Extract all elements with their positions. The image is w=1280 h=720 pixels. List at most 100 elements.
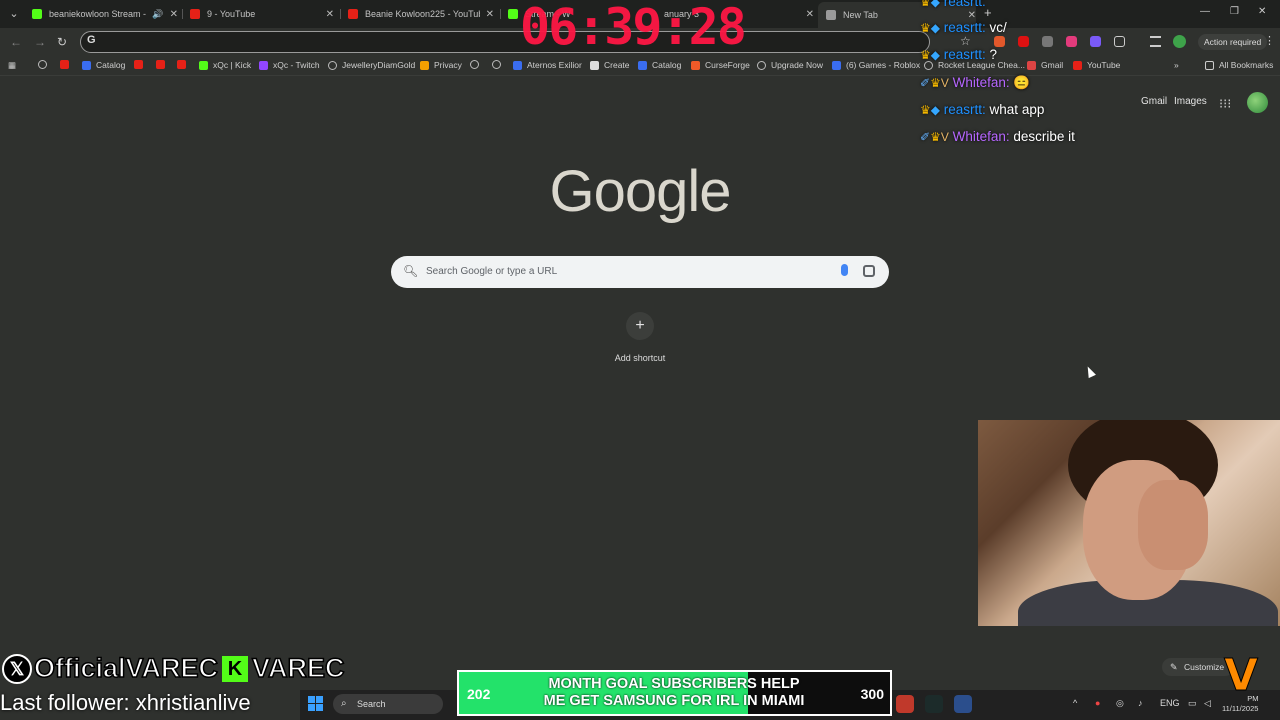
webcam-feed (978, 420, 1280, 626)
kick-icon (508, 9, 518, 19)
tab-divider (182, 9, 183, 19)
bookmark-jewellery[interactable]: JewelleryDiamGold (328, 60, 415, 70)
chat-message: ♛◆ reasrtt: what app (920, 102, 1045, 117)
language-indicator[interactable]: ENG (1160, 698, 1180, 708)
bookmark-item[interactable] (134, 60, 148, 69)
bookmark-upgrade[interactable]: Upgrade Now (757, 60, 823, 70)
close-tab-icon[interactable]: ✕ (968, 10, 976, 21)
extension-icon[interactable] (994, 36, 1005, 47)
bookmark-item[interactable] (38, 60, 52, 69)
extension-icon[interactable] (1090, 36, 1101, 47)
menu-icon[interactable]: ⋮ (1264, 34, 1275, 47)
bookmark-item[interactable] (470, 60, 484, 69)
apps-grid-icon[interactable]: ▦ (8, 60, 16, 71)
goal-max: 300 (860, 686, 884, 702)
close-tab-icon[interactable]: ✕ (806, 9, 814, 20)
all-bookmarks-folder[interactable]: All Bookmarks (1205, 60, 1273, 70)
bookmark-item[interactable] (492, 60, 506, 69)
windows-start-icon[interactable] (308, 696, 324, 712)
lens-search-icon[interactable] (863, 265, 875, 277)
volume-icon[interactable]: ◁ (1204, 698, 1211, 709)
search-input[interactable]: Search Google or type a URL (426, 266, 557, 277)
crown-badge-icon: ♛ (920, 0, 931, 9)
bookmark-create[interactable]: Create (590, 60, 630, 70)
tray-app-icon[interactable]: ● (1095, 698, 1100, 708)
bookmark-roblox-games[interactable]: (6) Games - Roblox (832, 60, 920, 70)
social-handles: 𝕏 OfficialVAREC K VAREC (2, 652, 345, 684)
v-badge-icon: V (940, 130, 949, 144)
bookmark-item[interactable] (156, 60, 170, 69)
bookmark-privacy[interactable]: Privacy (420, 60, 462, 70)
varec-logo: V (1223, 650, 1259, 702)
extension-icon[interactable] (1042, 36, 1053, 47)
profile-icon[interactable] (1173, 35, 1186, 48)
images-link[interactable]: Images (1174, 96, 1207, 107)
reading-list-icon[interactable] (1150, 36, 1161, 47)
close-window-icon[interactable]: ✕ (1258, 6, 1266, 17)
sword-badge-icon: ✐ (920, 76, 931, 90)
close-tab-icon[interactable]: ✕ (326, 9, 334, 20)
bookmark-xqc-twitch[interactable]: xQc - Twitch (259, 60, 320, 70)
microphone-icon[interactable]: ♪ (1138, 698, 1143, 708)
google-apps-icon[interactable]: ⁝⁝⁝ (1219, 96, 1231, 112)
add-shortcut-button[interactable]: + (626, 312, 654, 340)
extensions-puzzle-icon[interactable] (1114, 36, 1125, 47)
bookmark-aternos[interactable]: Aternos Exilior (513, 60, 582, 70)
globe-icon (38, 60, 47, 69)
bookmark-catalog-2[interactable]: Catalog (638, 60, 681, 70)
taskbar-app-icon[interactable] (954, 695, 972, 713)
bookmark-item[interactable] (60, 60, 74, 69)
more-bookmarks-icon[interactable]: » (1174, 60, 1179, 70)
chat-message: ♛◆ reasrtt: (920, 0, 986, 9)
account-avatar[interactable] (1247, 92, 1268, 113)
taskbar-app-icon[interactable] (896, 695, 914, 713)
mouse-cursor (1084, 364, 1096, 379)
minimize-icon[interactable]: — (1200, 6, 1210, 17)
stream-timer: 06:39:28 (520, 0, 747, 56)
kick-icon (199, 60, 208, 70)
youtube-icon (134, 60, 143, 69)
voice-search-icon[interactable] (841, 264, 848, 276)
cube-badge-icon: ◆ (930, 0, 940, 9)
forward-icon[interactable]: → (34, 35, 46, 49)
taskbar-search[interactable]: ⌕ Search (333, 694, 443, 714)
chrome-icon (826, 10, 836, 20)
network-icon[interactable]: ▭ (1188, 698, 1197, 709)
bookmark-gmail[interactable]: Gmail (1027, 60, 1063, 70)
tray-chevron-icon[interactable]: ^ (1073, 698, 1077, 708)
audio-icon[interactable]: 🔊 (152, 9, 163, 20)
reload-icon[interactable]: ↻ (57, 35, 67, 49)
gmail-link[interactable]: Gmail (1141, 96, 1167, 107)
x-logo-icon: 𝕏 (2, 653, 32, 684)
extension-icon[interactable] (1066, 36, 1077, 47)
tab-2[interactable]: 9 - YouTube ✕ (190, 4, 334, 24)
tab-3[interactable]: Beanie Kowloon225 - YouTube ✕ (348, 4, 494, 24)
curseforge-icon (691, 60, 700, 70)
last-follower-overlay: Last follower: xhristianlive (0, 690, 251, 715)
youtube-icon (1073, 60, 1082, 70)
tray-app-icon[interactable]: ◎ (1116, 698, 1124, 709)
bookmark-catalog[interactable]: Catalog (82, 60, 125, 70)
bookmarks-bar: ▦ Catalog xQc | Kick xQc - Twitch Jewell… (0, 56, 1280, 76)
back-icon[interactable]: ← (10, 35, 22, 49)
action-required-button[interactable]: Action required (1198, 34, 1268, 50)
cube-badge-icon: ◆ (930, 48, 940, 62)
bookmark-star-icon[interactable]: ☆ (960, 34, 971, 48)
taskbar-app-icon[interactable] (925, 695, 943, 713)
extension-icon[interactable] (1018, 36, 1029, 47)
bookmark-item[interactable] (177, 60, 191, 69)
tab-1[interactable]: beaniekowloon Stream - W 🔊 ✕ (32, 4, 178, 24)
aternos-icon (513, 60, 522, 70)
tab-search-icon[interactable]: ⌄ (6, 6, 22, 22)
bookmark-youtube[interactable]: YouTube (1073, 60, 1120, 70)
address-bar[interactable]: G (80, 31, 930, 53)
bookmark-xqc-kick[interactable]: xQc | Kick (199, 60, 251, 70)
crown-badge-icon: ♛ (920, 103, 931, 117)
restore-icon[interactable]: ❐ (1230, 6, 1239, 17)
search-box[interactable]: 🔍︎ Search Google or type a URL (391, 256, 889, 288)
close-tab-icon[interactable]: ✕ (170, 9, 178, 20)
close-tab-icon[interactable]: ✕ (486, 9, 494, 20)
bookmark-curseforge[interactable]: CurseForge (691, 60, 750, 70)
roblox-icon (82, 60, 91, 70)
v-badge-icon: V (940, 76, 949, 90)
